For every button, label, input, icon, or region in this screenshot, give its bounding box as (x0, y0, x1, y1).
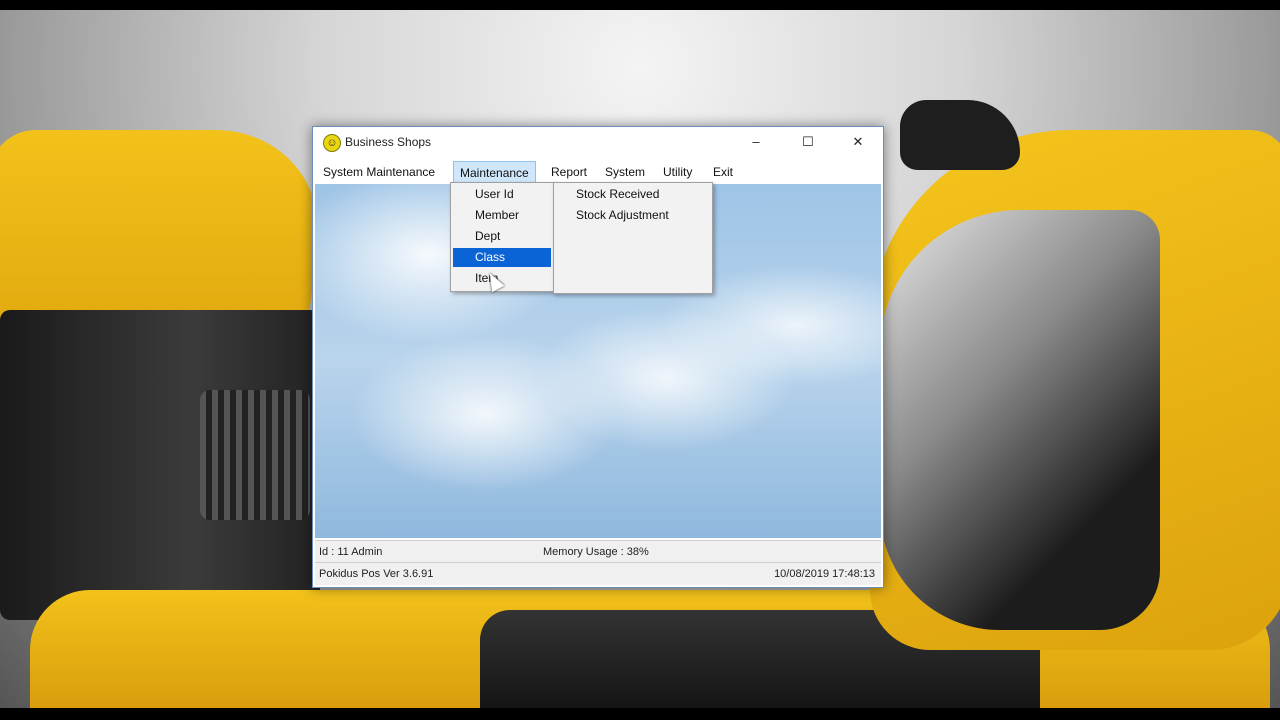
close-button[interactable]: ✕ (835, 127, 881, 157)
window-title: Business Shops (345, 135, 432, 149)
title-bar[interactable]: ☺ Business Shops – ☐ ✕ (313, 127, 883, 157)
dropdown-item-user-id[interactable]: User Id (453, 185, 551, 204)
status-user: Id : 11 Admin (319, 546, 383, 558)
dropdown-item-class[interactable]: Class (453, 248, 551, 267)
menu-exit[interactable]: Exit (707, 161, 739, 183)
minimize-button[interactable]: – (733, 127, 779, 157)
status-version: Pokidus Pos Ver 3.6.91 (319, 568, 434, 580)
status-bar: Id : 11 Admin Memory Usage : 38% Pokidus… (315, 540, 881, 585)
maintenance-dropdown: User Id Member Dept Class Item (450, 182, 556, 292)
car-fender-left (0, 130, 335, 340)
maximize-button[interactable]: ☐ (785, 127, 831, 157)
menu-bar: System Maintenance Maintenance Report Sy… (313, 161, 883, 183)
car-windshield (880, 210, 1160, 630)
submenu-item-stock-received[interactable]: Stock Received (556, 185, 708, 204)
menu-maintenance[interactable]: Maintenance (453, 161, 536, 183)
menu-report[interactable]: Report (545, 161, 593, 183)
status-divider (315, 562, 881, 563)
car-grille (200, 390, 310, 520)
submenu-item-stock-adjustment[interactable]: Stock Adjustment (556, 206, 708, 225)
smiley-icon: ☺ (323, 134, 341, 152)
car-mirror (900, 100, 1020, 170)
dropdown-item-member[interactable]: Member (453, 206, 551, 225)
stock-submenu: Stock Received Stock Adjustment (553, 182, 713, 294)
menu-system-maintenance[interactable]: System Maintenance (317, 161, 441, 183)
status-memory: Memory Usage : 38% (543, 546, 649, 558)
menu-utility[interactable]: Utility (657, 161, 698, 183)
dropdown-item-dept[interactable]: Dept (453, 227, 551, 246)
status-datetime: 10/08/2019 17:48:13 (774, 568, 875, 580)
menu-system[interactable]: System (599, 161, 651, 183)
